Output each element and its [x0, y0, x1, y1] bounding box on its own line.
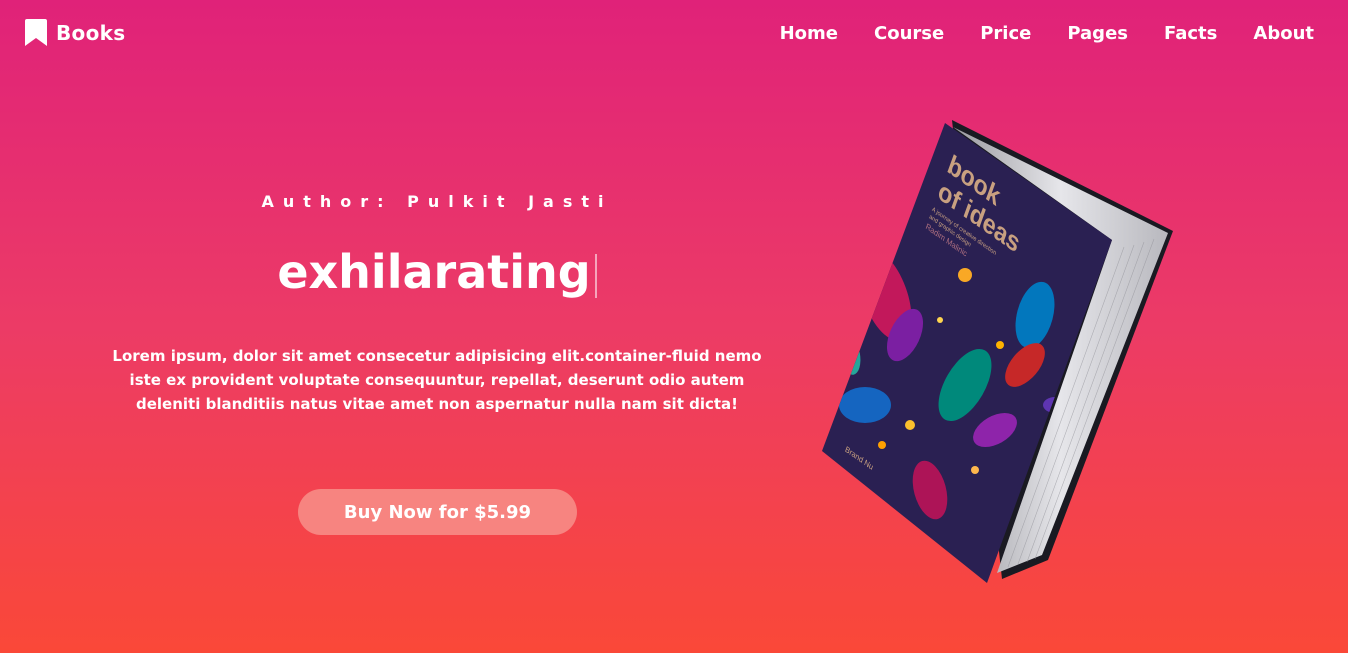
typing-cursor: [594, 253, 597, 298]
brand-logo[interactable]: Books: [25, 19, 125, 46]
brand-name: Books: [56, 20, 126, 45]
bookmark-icon: [25, 19, 47, 46]
nav-pages[interactable]: Pages: [1067, 22, 1128, 46]
hero-headline: exhilarating: [277, 244, 597, 300]
nav-price[interactable]: Price: [980, 22, 1031, 46]
navbar: Books Home Course Price Pages Facts Abou…: [0, 0, 1348, 68]
nav-facts[interactable]: Facts: [1164, 22, 1217, 46]
headline-text: exhilarating: [277, 245, 591, 299]
author-line: Author: Pulkit Jasti: [261, 192, 613, 211]
book-cover-image: book of ideas A journey of creative dire…: [822, 120, 1173, 583]
buy-now-button[interactable]: Buy Now for $5.99: [298, 489, 577, 535]
nav-about[interactable]: About: [1253, 22, 1314, 46]
nav-home[interactable]: Home: [780, 22, 838, 46]
hero-section: Author: Pulkit Jasti exhilarating Lorem …: [92, 180, 782, 416]
hero-description: Lorem ipsum, dolor sit amet consecetur a…: [112, 347, 762, 413]
nav-course[interactable]: Course: [874, 22, 944, 46]
main-nav: Home Course Price Pages Facts About: [744, 22, 1314, 46]
